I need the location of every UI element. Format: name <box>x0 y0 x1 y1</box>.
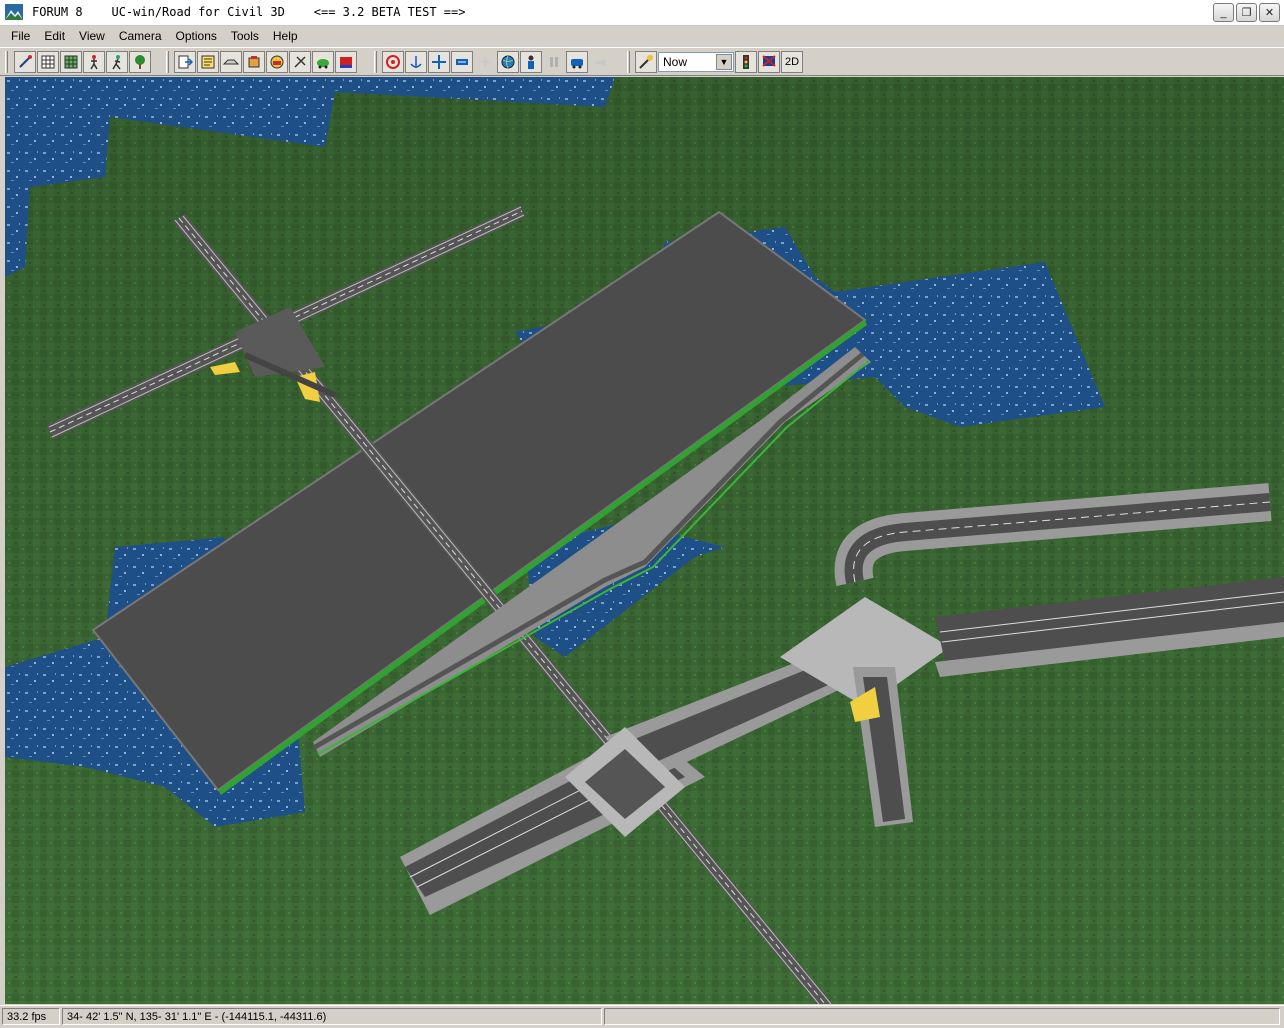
transport-icon[interactable] <box>451 51 473 73</box>
walker-icon[interactable] <box>106 51 128 73</box>
menu-help[interactable]: Help <box>266 27 305 45</box>
vehicle-icon[interactable] <box>266 51 288 73</box>
cursor-position: 34- 42' 1.5" N, 135- 31' 1.1" E - (-1441… <box>62 1008 602 1025</box>
anchor-icon[interactable] <box>405 51 427 73</box>
pause-icon[interactable] <box>543 51 565 73</box>
flag-settings-icon[interactable] <box>758 51 780 73</box>
toolbar: Now ▼ 2D <box>0 47 1284 76</box>
menu-file[interactable]: File <box>0 27 37 45</box>
globe-icon[interactable] <box>497 51 519 73</box>
pedestrian-icon[interactable] <box>83 51 105 73</box>
drive-icon[interactable] <box>566 51 588 73</box>
2d-view-button[interactable]: 2D <box>781 51 803 73</box>
3d-viewport[interactable] <box>5 77 1284 1004</box>
menu-view[interactable]: View <box>72 27 112 45</box>
status-bar: 33.2 fps 34- 42' 1.5" N, 135- 31' 1.1" E… <box>0 1005 1284 1028</box>
tree-icon[interactable] <box>129 51 151 73</box>
restore-button[interactable]: ❐ <box>1236 3 1257 22</box>
status-empty-pane <box>604 1008 1280 1025</box>
toolbar-grip[interactable] <box>5 51 8 73</box>
fps-counter: 33.2 fps <box>2 1008 60 1025</box>
toolbar-grip[interactable] <box>374 51 377 73</box>
move-icon[interactable] <box>428 51 450 73</box>
toolbar-grip[interactable] <box>627 51 630 73</box>
person-icon[interactable] <box>520 51 542 73</box>
fly-icon[interactable] <box>474 51 496 73</box>
menu-edit[interactable]: Edit <box>37 27 72 45</box>
time-of-day-select[interactable]: Now ▼ <box>658 52 734 72</box>
title-bar: FORUM 8 UC-win/Road for Civil 3D <== 3.2… <box>0 0 1284 26</box>
export-icon[interactable] <box>174 51 196 73</box>
road-edit-icon[interactable] <box>14 51 36 73</box>
plane-icon[interactable] <box>589 51 611 73</box>
close-button[interactable]: ✕ <box>1259 3 1280 22</box>
car-icon[interactable] <box>312 51 334 73</box>
menu-options[interactable]: Options <box>169 27 224 45</box>
menu-camera[interactable]: Camera <box>112 27 169 45</box>
menu-bar: File Edit View Camera Options Tools Help <box>0 26 1284 46</box>
window-title: FORUM 8 UC-win/Road for Civil 3D <== 3.2… <box>32 5 466 19</box>
flag-icon[interactable] <box>335 51 357 73</box>
road-list-icon[interactable] <box>197 51 219 73</box>
time-of-day-value: Now <box>663 55 688 69</box>
target-icon[interactable] <box>382 51 404 73</box>
chevron-down-icon[interactable]: ▼ <box>716 54 732 70</box>
weather-icon[interactable] <box>635 51 657 73</box>
forum8-logo-icon <box>5 4 23 20</box>
traffic-light-icon[interactable] <box>735 51 757 73</box>
toolbar-grip[interactable] <box>166 51 169 73</box>
road-grid-icon[interactable] <box>37 51 59 73</box>
model-icon[interactable] <box>243 51 265 73</box>
terrain-grid-icon[interactable] <box>60 51 82 73</box>
menu-tools[interactable]: Tools <box>224 27 266 45</box>
cross-section-icon[interactable] <box>220 51 242 73</box>
traffic-icon[interactable] <box>289 51 311 73</box>
minimize-button[interactable]: _ <box>1213 3 1234 22</box>
